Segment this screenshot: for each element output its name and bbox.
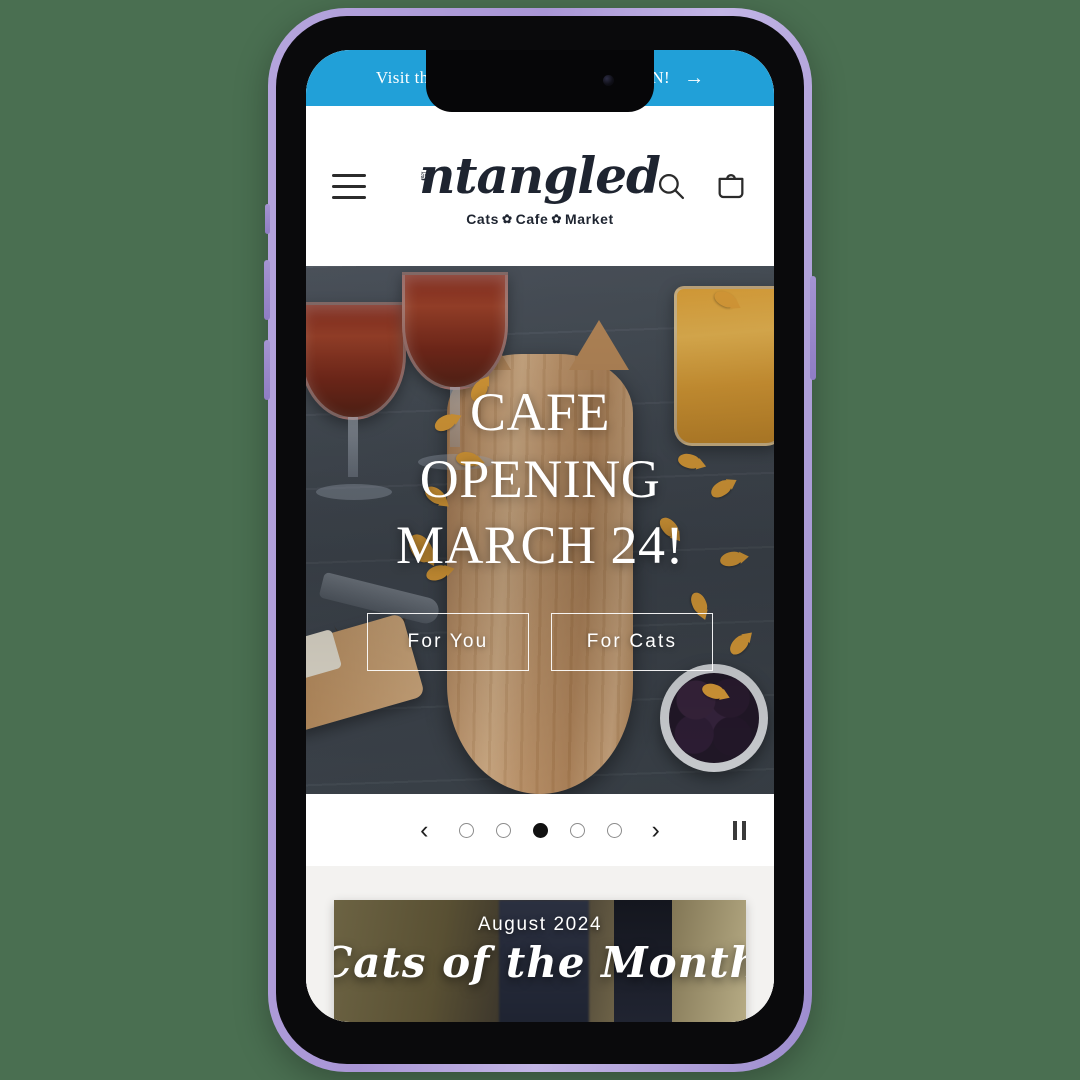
carousel-prev-button[interactable]: ‹ [412, 814, 436, 847]
carousel-dots [458, 822, 622, 838]
volume-up-button[interactable] [264, 260, 270, 320]
header-icon-group [654, 169, 748, 203]
paw-print-icon: ✿ [501, 212, 513, 226]
tagline-market: Market [565, 211, 614, 227]
carousel-dot-2[interactable] [495, 822, 511, 838]
front-camera-icon [603, 75, 614, 86]
carousel-dot-3[interactable] [532, 822, 548, 838]
carousel-dot-1[interactable] [458, 822, 474, 838]
hero-button-group: For You For Cats [367, 613, 713, 672]
carousel-pause-button[interactable] [733, 820, 746, 840]
hero-heading-line: MARCH 24! [395, 515, 685, 576]
feature-heading: Cats of the Month [334, 938, 746, 987]
device-notch [426, 50, 654, 112]
feature-month-label: August 2024 [477, 914, 603, 935]
hero-heading-line: CAFE [469, 381, 611, 442]
for-you-button[interactable]: For You [367, 613, 529, 672]
feature-section: August 2024 Cats of the Month [306, 866, 774, 1022]
for-cats-button[interactable]: For Cats [551, 613, 713, 672]
website-viewport: Visit the Cafe! Reservations now OPEN! → [306, 50, 774, 1022]
cats-of-the-month-card[interactable]: August 2024 Cats of the Month [334, 900, 746, 1022]
pause-icon-bar [742, 820, 746, 840]
hamburger-line [332, 184, 366, 188]
phone-bezel: Visit the Cafe! Reservations now OPEN! → [276, 16, 804, 1064]
hero-heading: CAFE OPENING MARCH 24! [396, 379, 684, 580]
power-button[interactable] [810, 276, 816, 380]
paw-print-icon: ✿ [551, 212, 563, 226]
logo-tagline: Cats ✿ Cafe ✿ Market [420, 211, 660, 227]
cart-icon[interactable] [714, 169, 748, 203]
phone-screen: Visit the Cafe! Reservations now OPEN! → [306, 50, 774, 1022]
hamburger-line [332, 173, 366, 177]
hero-content: CAFE OPENING MARCH 24! For You For Cats [306, 266, 774, 794]
arrow-right-icon: → [684, 67, 705, 89]
pause-icon-bar [733, 820, 737, 840]
hero-slide: CAFE OPENING MARCH 24! For You For Cats [306, 266, 774, 794]
hamburger-line [332, 195, 366, 199]
phone-frame: Visit the Cafe! Reservations now OPEN! → [264, 8, 816, 1072]
carousel-next-button[interactable]: › [644, 814, 668, 847]
hero-heading-line: OPENING [419, 448, 661, 509]
volume-down-button[interactable] [264, 340, 270, 400]
tagline-cats: Cats [466, 211, 499, 227]
site-logo[interactable]: ntangled Cats ✿ Cafe ✿ Market [419, 145, 661, 227]
hamburger-icon[interactable] [332, 173, 366, 199]
tagline-cafe: Cafe [515, 211, 549, 227]
mute-switch[interactable] [265, 204, 270, 234]
carousel-dot-5[interactable] [606, 822, 622, 838]
logo-mark-row: ntangled [419, 145, 661, 207]
feature-card-text: August 2024 Cats of the Month [334, 900, 746, 1022]
carousel-controls: ‹ › [306, 794, 774, 866]
logo-wordmark: ntangled [419, 146, 661, 206]
carousel-nav: ‹ › [412, 814, 668, 847]
site-header: ntangled Cats ✿ Cafe ✿ Market [306, 106, 774, 266]
carousel-dot-4[interactable] [569, 822, 585, 838]
